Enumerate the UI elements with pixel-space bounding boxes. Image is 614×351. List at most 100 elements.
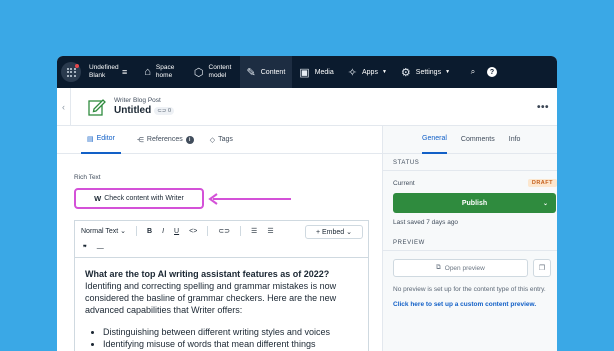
top-navigation: Undefined Blank ≡ ⌂ Space home ⬡ Content… — [57, 56, 557, 88]
document-icon: ▤ — [87, 135, 94, 143]
home-icon: ⌂ — [144, 66, 151, 78]
nav-label: Settings — [415, 68, 442, 76]
link-count: 0 — [167, 107, 172, 114]
space-name[interactable]: Undefined Blank — [89, 64, 119, 80]
entry-titles: Writer Blog Post Untitled ⊂⊃ 0 — [114, 97, 175, 116]
chevron-left-icon: ‹ — [62, 101, 65, 112]
content-paragraph: What are the top AI writing assistant fe… — [85, 268, 358, 316]
status-badge: DRAFT — [527, 179, 557, 187]
help-icon[interactable]: ? — [487, 67, 498, 77]
link-icon: ⊂⊃ — [157, 107, 167, 114]
hamburger-icon[interactable]: ≡ — [122, 67, 127, 77]
chevron-down-icon[interactable]: ⌄ — [543, 200, 548, 207]
references-icon: ⋲ — [136, 136, 144, 144]
nav-label: Content model — [208, 64, 232, 79]
rich-text-editor: Normal Text ⌄ B I U <> ⊂⊃ ☰ ☰ ❞ — + Embe… — [74, 220, 369, 351]
text-format-value: Normal Text — [81, 227, 119, 235]
bulleted-list-icon[interactable]: ☰ — [251, 227, 257, 235]
image-icon: ▣ — [299, 66, 310, 79]
editor-content[interactable]: What are the top AI writing assistant fe… — [75, 258, 368, 350]
link-count-badge: ⊂⊃ 0 — [154, 106, 175, 115]
bold-icon[interactable]: B — [147, 228, 152, 235]
preview-note: No preview is set up for the content typ… — [393, 286, 546, 293]
open-preview-label: Open preview — [444, 264, 485, 272]
content-paragraph-text: Identifing and correcting spelling and g… — [85, 281, 337, 315]
last-saved-text: Last saved 7 days ago — [393, 219, 459, 226]
embed-button[interactable]: + Embed ⌄ — [305, 225, 363, 239]
tab-comments[interactable]: Comments — [461, 126, 495, 154]
nav-label: Content — [260, 68, 286, 76]
tab-label: Tags — [218, 136, 233, 143]
tab-general[interactable]: General — [422, 126, 447, 154]
divider — [136, 226, 138, 236]
preview-row: ⧉ Open preview ❐ — [393, 259, 557, 277]
tab-info[interactable]: Info — [509, 126, 521, 154]
sidebar-tabs: General Comments Info — [383, 126, 557, 154]
tab-label: References — [146, 136, 183, 143]
divider — [207, 226, 209, 236]
quote-icon[interactable]: ❞ — [83, 244, 87, 252]
nav-label: Media — [314, 68, 334, 76]
link-icon[interactable]: ⊂⊃ — [218, 227, 230, 235]
setup-preview-link[interactable]: Click here to set up a custom content pr… — [383, 294, 557, 308]
app-window: Undefined Blank ≡ ⌂ Space home ⬡ Content… — [57, 56, 557, 351]
current-label: Current — [393, 179, 415, 187]
underline-icon[interactable]: U — [174, 228, 179, 235]
field-label: Rich Text — [74, 174, 101, 181]
entry-sidebar: General Comments Info STATUS Current DRA… — [382, 126, 557, 351]
copy-icon[interactable]: ❐ — [533, 259, 551, 277]
status-section-title: STATUS — [383, 154, 557, 171]
space-menu-button[interactable] — [61, 62, 81, 82]
entry-header: ‹ Writer Blog Post Untitled ⊂⊃ 0 ••• — [57, 87, 557, 126]
text-format-select[interactable]: Normal Text ⌄ — [81, 227, 127, 236]
nav-space-home[interactable]: ⌂ Space home — [137, 56, 187, 88]
gear-icon: ⚙ — [400, 66, 411, 79]
cube-icon: ⬡ — [193, 66, 204, 79]
edit-icon: ✎ — [246, 66, 256, 79]
external-link-icon: ⧉ — [436, 264, 441, 271]
list-item: Identifying misuse of words that mean di… — [103, 338, 358, 350]
status-row: Current DRAFT — [383, 171, 557, 187]
tab-references[interactable]: ⋲ References i — [137, 126, 194, 154]
entry-title: Untitled — [114, 105, 152, 116]
chevron-down-icon: ⌄ — [118, 228, 127, 235]
nav-settings[interactable]: ⚙ Settings ▼ — [394, 56, 457, 88]
editor-tabs: ▤ Editor ⋲ References i ◇ Tags — [57, 126, 382, 154]
more-options-icon[interactable]: ••• — [537, 102, 549, 113]
nav-content[interactable]: ✎ Content — [239, 56, 293, 88]
nav-content-model[interactable]: ⬡ Content model — [187, 56, 240, 88]
chevron-down-icon: ⌄ — [344, 229, 353, 236]
notification-dot — [75, 64, 79, 68]
italic-icon[interactable]: I — [162, 228, 164, 235]
caret-down-icon: ▼ — [381, 69, 387, 75]
nav-apps[interactable]: ✧ Apps ▼ — [341, 56, 394, 88]
tab-tags[interactable]: ◇ Tags — [210, 126, 233, 154]
writer-logo-icon: W — [94, 194, 102, 203]
entry-edit-icon — [88, 98, 106, 116]
back-button[interactable]: ‹ — [57, 87, 71, 126]
code-icon[interactable]: <> — [189, 228, 197, 235]
publish-button[interactable]: Publish ⌄ — [393, 193, 556, 213]
publish-label: Publish — [461, 199, 488, 207]
open-preview-button[interactable]: ⧉ Open preview — [393, 259, 528, 277]
writer-button-label: Check content with Writer — [104, 195, 184, 202]
numbered-list-icon[interactable]: ☰ — [267, 227, 273, 235]
editor-toolbar: Normal Text ⌄ B I U <> ⊂⊃ ☰ ☰ ❞ — + Embe… — [75, 221, 368, 258]
content-type-label: Writer Blog Post — [114, 97, 161, 104]
horizontal-rule-icon[interactable]: — — [97, 245, 104, 252]
nav-label: Space home — [155, 64, 175, 79]
tag-icon: ◇ — [209, 136, 216, 144]
embed-label: + Embed — [315, 228, 345, 236]
divider — [240, 226, 242, 236]
search-icon[interactable]: ⌕ — [463, 67, 483, 77]
check-with-writer-button[interactable]: W Check content with Writer — [74, 188, 204, 209]
content-bullets: Distinguishing between different writing… — [85, 326, 358, 350]
list-item: Distinguishing between different writing… — [103, 326, 358, 338]
nav-media[interactable]: ▣ Media — [292, 56, 340, 88]
tab-editor[interactable]: ▤ Editor — [81, 126, 121, 154]
info-icon: i — [185, 135, 194, 144]
tab-label: Editor — [96, 135, 115, 142]
nav-label: Apps — [361, 68, 378, 76]
preview-section-title: PREVIEW — [383, 234, 557, 251]
content-heading: What are the top AI writing assistant fe… — [85, 269, 330, 279]
